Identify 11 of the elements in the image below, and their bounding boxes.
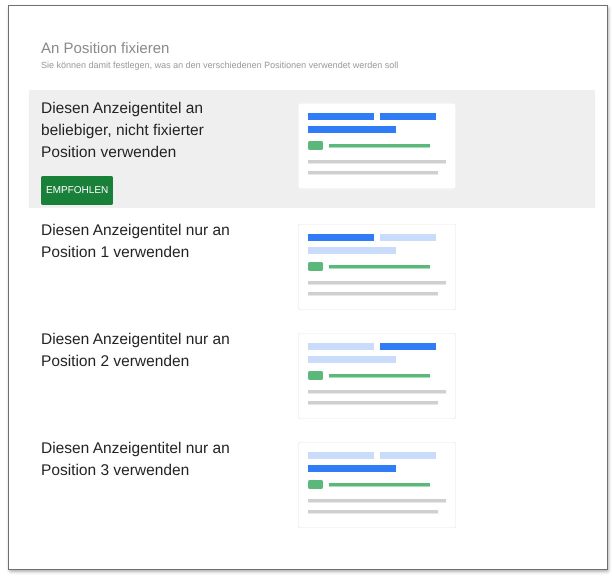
option-label: Diesen Anzeigentitel an beliebiger, nicht fixierter Position verwenden <box>41 99 205 163</box>
option-label: Diesen Anzeigentitel nur an Position 3 verwenden <box>41 439 231 481</box>
option-label: Diesen Anzeigentitel nur an Position 1 verwenden <box>41 221 231 263</box>
pin-option[interactable]: Diesen Anzeigentitel nur an Position 2 verwenden <box>29 321 595 430</box>
pin-option[interactable]: Diesen Anzeigentitel nur an Position 1 verwenden <box>29 212 595 321</box>
option-label: Diesen Anzeigentitel nur an Position 2 verwenden <box>41 330 231 372</box>
section-title: An Position fixieren <box>41 40 170 57</box>
pin-option[interactable]: Diesen Anzeigentitel an beliebiger, nicht fixierter Position verwenden EMPFOHLEN <box>29 90 595 208</box>
pin-option[interactable]: Diesen Anzeigentitel nur an Position 3 verwenden <box>29 430 595 539</box>
recommended-badge: EMPFOHLEN <box>41 176 114 205</box>
section-subtitle: Sie können damit festlegen, was an den verschiedenen Positionen verwendet werden soll <box>41 60 400 70</box>
